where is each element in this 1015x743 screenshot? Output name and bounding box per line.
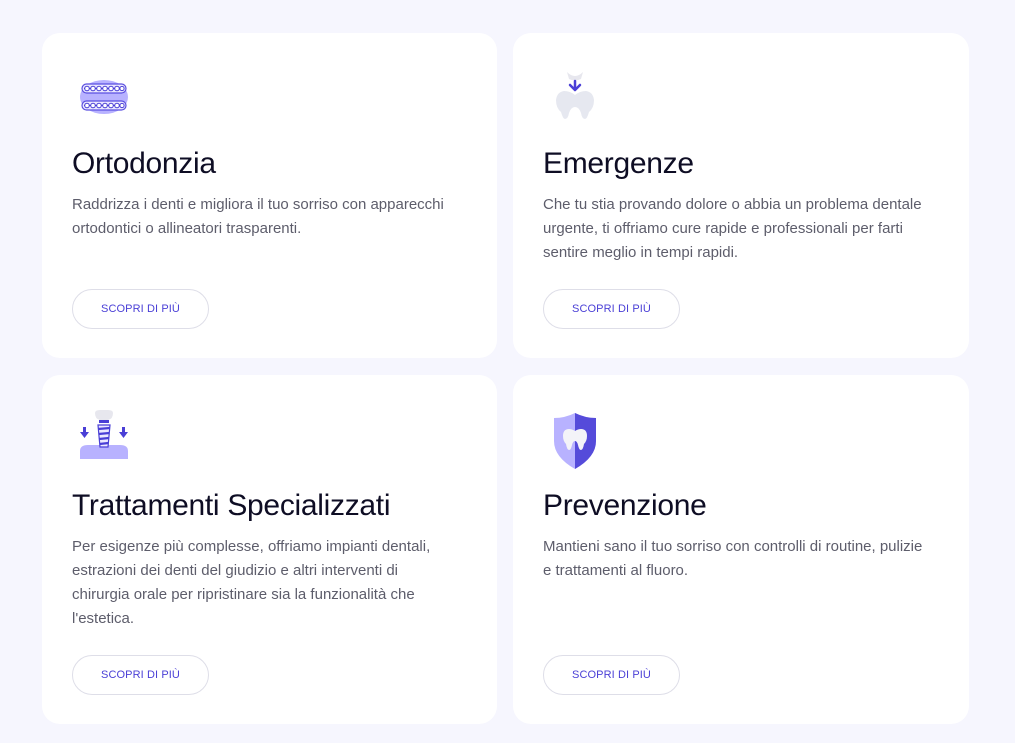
service-description: Per esigenze più complesse, offriamo imp… (72, 538, 431, 627)
learn-more-button[interactable]: SCOPRI DI PIÙ (72, 655, 209, 695)
service-title: Ortodonzia (72, 147, 216, 180)
service-title: Trattamenti Specializzati (72, 489, 391, 522)
service-description: Che tu stia provando dolore o abbia un p… (543, 196, 922, 261)
service-title: Prevenzione (543, 489, 707, 522)
braces-icon (72, 67, 136, 131)
service-card-emergenze: Emergenze Che tu stia provando dolore o … (513, 33, 969, 358)
tooth-emergency-icon (543, 67, 607, 131)
service-description: Raddrizza i denti e migliora il tuo sorr… (72, 196, 444, 237)
service-card-ortodonzia: Ortodonzia Raddrizza i denti e migliora … (42, 33, 497, 358)
service-card-prevenzione: Prevenzione Mantieni sano il tuo sorriso… (513, 375, 969, 724)
learn-more-button[interactable]: SCOPRI DI PIÙ (72, 289, 209, 329)
learn-more-button[interactable]: SCOPRI DI PIÙ (543, 655, 680, 695)
learn-more-button[interactable]: SCOPRI DI PIÙ (543, 289, 680, 329)
service-title: Emergenze (543, 147, 694, 180)
tooth-shield-icon (543, 409, 607, 473)
service-card-trattamenti-specializzati: Trattamenti Specializzati Per esigenze p… (42, 375, 497, 724)
service-description: Mantieni sano il tuo sorriso con control… (543, 538, 923, 579)
dental-implant-icon (72, 409, 136, 473)
